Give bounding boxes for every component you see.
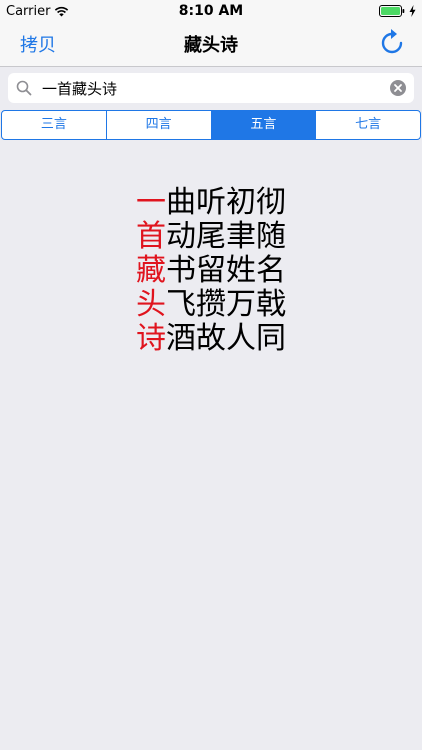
search-icon [16, 80, 32, 96]
status-bar: Carrier 8:10 AM [0, 0, 422, 22]
poem-line-head-char: 藏 [136, 253, 166, 288]
segment-seven-char[interactable]: 七言 [315, 111, 420, 139]
poem-length-segmented-control: 三言 四言 五言 七言 [1, 110, 421, 140]
poem-line-text: 飞攒万戟 [166, 287, 286, 322]
segment-five-char[interactable]: 五言 [210, 111, 316, 139]
poem-line-text: 动尾聿随 [166, 219, 286, 254]
acrostic-poem: 一曲听初彻 首动尾聿随 藏书留姓名 头飞攒万戟 诗酒故人同 [0, 186, 422, 356]
poem-line-head-char: 头 [136, 287, 166, 322]
poem-line: 头飞攒万戟 [136, 288, 286, 322]
poem-line-text: 酒故人同 [166, 321, 286, 356]
segment-four-char[interactable]: 四言 [105, 111, 211, 139]
search-input[interactable] [40, 78, 390, 98]
clear-icon[interactable] [390, 80, 406, 96]
poem-line-head-char: 一 [136, 185, 166, 220]
refresh-icon [380, 29, 404, 59]
poem-line: 首动尾聿随 [136, 220, 286, 254]
segment-three-char[interactable]: 三言 [2, 111, 106, 139]
copy-button[interactable]: 拷贝 [20, 31, 56, 57]
poem-line-text: 书留姓名 [166, 253, 286, 288]
page-title: 藏头诗 [184, 35, 238, 56]
poem-line: 一曲听初彻 [136, 186, 286, 220]
poem-line: 藏书留姓名 [136, 254, 286, 288]
search-bar [0, 67, 422, 109]
poem-line-head-char: 诗 [136, 321, 166, 356]
poem-line-head-char: 首 [136, 219, 166, 254]
poem-line: 诗酒故人同 [136, 322, 286, 356]
refresh-button[interactable] [378, 29, 406, 59]
search-box[interactable] [8, 73, 414, 103]
navigation-bar: 拷贝 藏头诗 [0, 22, 422, 67]
screen: Carrier 8:10 AM 拷贝 藏头诗 一首藏头诗 三言 四言 五言 七言… [0, 0, 422, 750]
poem-line-text: 曲听初彻 [166, 185, 286, 220]
status-time: 8:10 AM [178, 3, 244, 19]
